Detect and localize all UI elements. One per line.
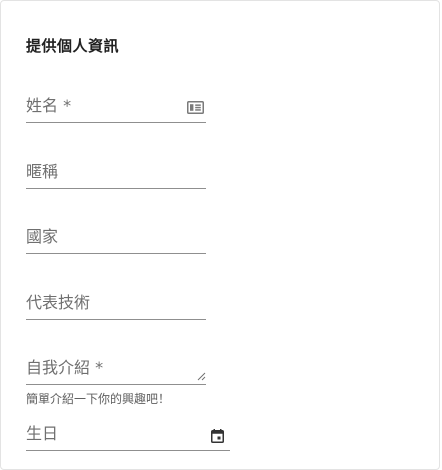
nickname-field[interactable]: 暱稱 bbox=[26, 158, 206, 189]
representative-skill-field[interactable]: 代表技術 bbox=[26, 289, 206, 320]
nickname-field-label: 暱稱 bbox=[26, 162, 59, 181]
personal-info-card: 提供個人資訊 姓名 * 暱稱 國家 代表技術 自我介紹 * 簡單介紹一下你的興趣… bbox=[0, 0, 440, 470]
birthday-field[interactable]: 生日 bbox=[26, 420, 230, 451]
country-field[interactable]: 國家 bbox=[26, 223, 206, 254]
name-field[interactable]: 姓名 * bbox=[26, 92, 206, 123]
bio-helper-text: 簡單介紹一下你的興趣吧！ bbox=[26, 392, 171, 406]
contact-card-icon bbox=[186, 99, 204, 115]
birthday-field-label: 生日 bbox=[26, 424, 59, 443]
bio-textarea[interactable]: 自我介紹 * bbox=[26, 354, 206, 385]
bio-field-label: 自我介紹 * bbox=[26, 358, 104, 377]
name-field-label: 姓名 * bbox=[26, 96, 72, 115]
calendar-icon[interactable] bbox=[208, 428, 226, 444]
country-field-label: 國家 bbox=[26, 227, 59, 246]
form-title: 提供個人資訊 bbox=[26, 37, 120, 55]
representative-skill-field-label: 代表技術 bbox=[26, 293, 91, 312]
resize-handle-icon[interactable] bbox=[196, 371, 206, 381]
